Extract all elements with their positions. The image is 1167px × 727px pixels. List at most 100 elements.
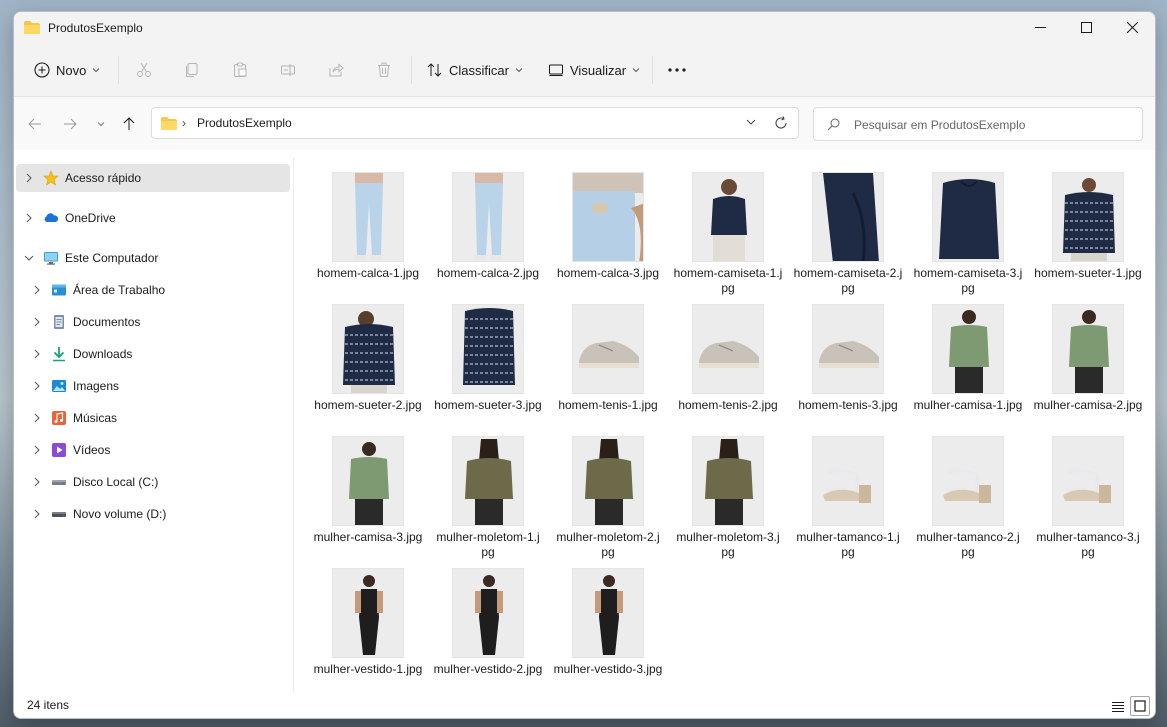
search-input[interactable]: Pesquisar em ProdutosExemplo: [854, 118, 1025, 132]
forward-button[interactable]: [56, 110, 84, 138]
chevron-down-icon: [515, 68, 523, 73]
chevron-down-icon[interactable]: [746, 117, 756, 127]
chevron-right-icon[interactable]: [25, 213, 33, 223]
search-box[interactable]: Pesquisar em ProdutosExemplo: [813, 107, 1143, 141]
file-thumbnail: [692, 304, 764, 394]
sidebar-item-label: Este Computador: [65, 251, 159, 265]
file-item[interactable]: mulher-camisa-2.jpg: [1033, 296, 1143, 424]
rename-button[interactable]: [274, 56, 302, 84]
sidebar-item-this-pc[interactable]: Este Computador: [16, 244, 290, 272]
file-thumbnail: [452, 568, 524, 658]
file-item[interactable]: mulher-vestido-2.jpg: [433, 560, 543, 688]
details-view-button[interactable]: [1108, 696, 1128, 716]
sidebar-item-label: Novo volume (D:): [73, 507, 167, 521]
file-item[interactable]: homem-tenis-1.jpg: [553, 296, 663, 424]
chevron-right-icon[interactable]: [33, 413, 41, 423]
sidebar-item-downloads[interactable]: Downloads: [16, 340, 290, 368]
new-button[interactable]: Novo: [34, 56, 100, 84]
file-name: mulher-camisa-3.jpg: [313, 530, 423, 544]
file-item[interactable]: homem-calca-1.jpg: [313, 164, 423, 292]
refresh-icon[interactable]: [774, 116, 788, 130]
file-thumbnail: [572, 568, 644, 658]
file-thumbnail: [452, 436, 524, 526]
chevron-right-icon[interactable]: [33, 445, 41, 455]
file-item[interactable]: homem-sueter-3.jpg: [433, 296, 543, 424]
recent-locations-button[interactable]: [87, 110, 115, 138]
file-item[interactable]: mulher-camisa-1.jpg: [913, 296, 1023, 424]
sidebar-item-local-disk-c[interactable]: Disco Local (C:): [16, 468, 290, 496]
file-item[interactable]: homem-camiseta-2.jpg: [793, 164, 903, 295]
share-button[interactable]: [322, 56, 350, 84]
breadcrumb-chevron-icon[interactable]: ›: [182, 116, 186, 130]
file-item[interactable]: mulher-moletom-2.jpg: [553, 428, 663, 559]
maximize-icon: [1080, 21, 1092, 33]
sidebar-item-label: Acesso rápido: [65, 171, 142, 185]
sidebar-item-desktop[interactable]: Área de Trabalho: [16, 276, 290, 304]
file-grid: homem-calca-1.jpg homem-calca-2.jpg homem-…: [294, 152, 1155, 692]
title-bar[interactable]: ProdutosExemplo: [14, 12, 1155, 44]
file-item[interactable]: homem-sueter-1.jpg: [1033, 164, 1143, 292]
chevron-right-icon[interactable]: [33, 381, 41, 391]
chevron-right-icon[interactable]: [33, 509, 41, 519]
file-item[interactable]: homem-tenis-2.jpg: [673, 296, 783, 424]
paste-button[interactable]: [226, 56, 254, 84]
sidebar-item-videos[interactable]: Vídeos: [16, 436, 290, 464]
sidebar-item-documents[interactable]: Documentos: [16, 308, 290, 336]
file-name: mulher-vestido-1.jpg: [313, 662, 423, 676]
delete-button[interactable]: [370, 56, 398, 84]
file-item[interactable]: mulher-tamanco-1.jpg: [793, 428, 903, 559]
close-icon: [1126, 21, 1138, 33]
item-count: 24 itens: [27, 698, 70, 712]
chevron-down-icon: [632, 68, 640, 73]
close-button[interactable]: [1109, 12, 1155, 42]
file-thumbnail: [332, 304, 404, 394]
file-name: homem-calca-1.jpg: [316, 266, 420, 280]
chevron-down-icon[interactable]: [24, 254, 34, 262]
file-item[interactable]: mulher-camisa-3.jpg: [313, 428, 423, 556]
file-item[interactable]: mulher-tamanco-3.jpg: [1033, 428, 1143, 559]
sidebar-item-music[interactable]: Músicas: [16, 404, 290, 432]
file-item[interactable]: mulher-vestido-3.jpg: [553, 560, 663, 688]
chevron-down-icon: [93, 68, 100, 73]
breadcrumb[interactable]: ProdutosExemplo: [197, 116, 292, 130]
file-item[interactable]: homem-camiseta-1.jpg: [673, 164, 783, 295]
sidebar-item-volume-d[interactable]: Novo volume (D:): [16, 500, 290, 528]
sidebar-item-label: Imagens: [73, 379, 120, 393]
chevron-right-icon[interactable]: [33, 477, 41, 487]
chevron-right-icon[interactable]: [25, 173, 33, 183]
sidebar-item-quick-access[interactable]: Acesso rápido: [16, 164, 290, 192]
view-button[interactable]: Visualizar: [548, 56, 640, 84]
toolbar-separator: [118, 56, 119, 84]
file-item[interactable]: homem-tenis-3.jpg: [793, 296, 903, 424]
file-item[interactable]: homem-calca-3.jpg: [553, 164, 663, 292]
minimize-button[interactable]: [1017, 12, 1063, 42]
chevron-right-icon[interactable]: [33, 317, 41, 327]
sort-button[interactable]: Classificar: [427, 56, 523, 84]
file-item[interactable]: mulher-vestido-1.jpg: [313, 560, 423, 688]
file-item[interactable]: homem-camiseta-3.jpg: [913, 164, 1023, 295]
large-icons-view-button[interactable]: [1130, 696, 1150, 716]
file-item[interactable]: homem-calca-2.jpg: [433, 164, 543, 292]
sidebar-item-pictures[interactable]: Imagens: [16, 372, 290, 400]
sidebar-item-onedrive[interactable]: OneDrive: [16, 204, 290, 232]
more-options-button[interactable]: [663, 56, 691, 84]
back-button[interactable]: [21, 110, 49, 138]
file-item[interactable]: mulher-moletom-1.jpg: [433, 428, 543, 559]
download-icon: [53, 347, 65, 362]
cut-button[interactable]: [130, 56, 158, 84]
file-thumbnail: [332, 172, 404, 262]
address-bar[interactable]: › ProdutosExemplo: [151, 107, 799, 139]
copy-icon: [186, 63, 198, 77]
computer-icon: [44, 252, 58, 265]
up-button[interactable]: [115, 110, 143, 138]
file-item[interactable]: homem-sueter-2.jpg: [313, 296, 423, 424]
maximize-button[interactable]: [1063, 12, 1109, 42]
chevron-right-icon[interactable]: [33, 349, 41, 359]
file-item[interactable]: mulher-tamanco-2.jpg: [913, 428, 1023, 559]
chevron-right-icon[interactable]: [33, 285, 41, 295]
search-icon: [827, 118, 840, 131]
file-item[interactable]: mulher-moletom-3.jpg: [673, 428, 783, 559]
trash-icon: [378, 62, 390, 77]
copy-button[interactable]: [178, 56, 206, 84]
file-name: homem-sueter-1.jpg: [1034, 266, 1142, 280]
